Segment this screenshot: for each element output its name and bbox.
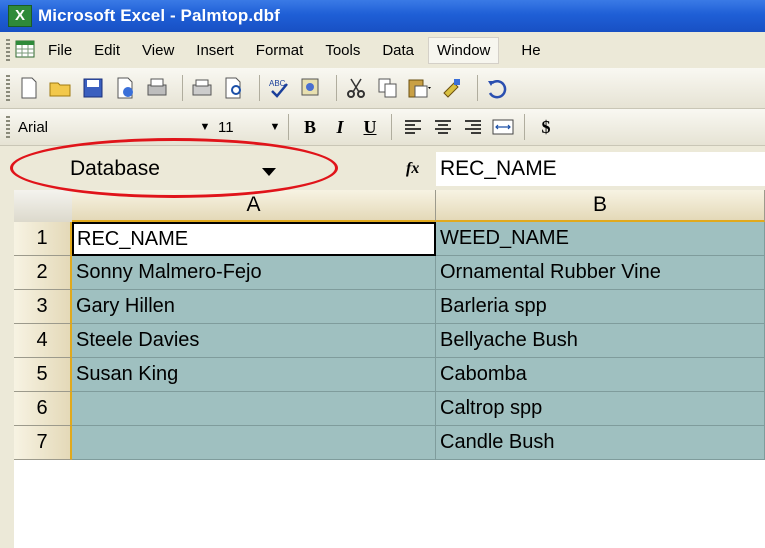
table-row: 6 Caltrop spp: [0, 392, 765, 426]
menu-view[interactable]: View: [142, 42, 174, 59]
cell-a6[interactable]: [72, 392, 436, 426]
row-header[interactable]: 3: [14, 290, 72, 324]
table-row: 4 Steele Davies Bellyache Bush: [0, 324, 765, 358]
row-header[interactable]: 1: [14, 222, 72, 256]
toolbar-separator: [391, 114, 392, 140]
new-icon[interactable]: [16, 75, 42, 101]
cell-b1[interactable]: WEED_NAME: [436, 222, 765, 256]
table-row: 7 Candle Bush: [0, 426, 765, 460]
cell-b5[interactable]: Cabomba: [436, 358, 765, 392]
cell-b3[interactable]: Barleria spp: [436, 290, 765, 324]
workbook-icon[interactable]: [14, 39, 38, 61]
menu-window[interactable]: Window: [428, 36, 500, 64]
format-painter-icon[interactable]: [439, 75, 465, 101]
underline-button[interactable]: U: [355, 114, 385, 140]
paste-icon[interactable]: [407, 75, 433, 101]
menu-bar: File Edit View Insert Format Tools Data …: [0, 32, 765, 69]
save-icon[interactable]: [80, 75, 106, 101]
excel-icon[interactable]: X: [8, 5, 32, 27]
toolbar-separator: [182, 75, 183, 101]
menu-file[interactable]: File: [48, 42, 72, 59]
menu-help[interactable]: He: [521, 42, 540, 59]
toolbar-grip-handle[interactable]: [6, 75, 10, 101]
select-all-corner[interactable]: [14, 190, 73, 223]
preview-icon[interactable]: [221, 75, 247, 101]
chevron-down-icon[interactable]: ▼: [268, 116, 282, 138]
menu-edit[interactable]: Edit: [94, 42, 120, 59]
permission-icon[interactable]: [112, 75, 138, 101]
cell-a3[interactable]: Gary Hillen: [72, 290, 436, 324]
italic-button[interactable]: I: [325, 114, 355, 140]
cell-a4[interactable]: Steele Davies: [72, 324, 436, 358]
toolbar-separator: [288, 114, 289, 140]
spelling-icon[interactable]: ABC: [266, 75, 292, 101]
formatting-grip-handle[interactable]: [6, 116, 10, 138]
toolbar-separator: [259, 75, 260, 101]
undo-icon[interactable]: [484, 75, 510, 101]
table-row: 3 Gary Hillen Barleria spp: [0, 290, 765, 324]
chevron-down-icon[interactable]: [262, 168, 276, 176]
table-row: 2 Sonny Malmero-Fejo Ornamental Rubber V…: [0, 256, 765, 290]
cell-b6[interactable]: Caltrop spp: [436, 392, 765, 426]
column-header-row: A B: [0, 190, 765, 223]
column-header-a[interactable]: A: [72, 190, 436, 222]
row-header[interactable]: 6: [14, 392, 72, 426]
print-preview-icon[interactable]: [144, 75, 170, 101]
cell-a2[interactable]: Sonny Malmero-Fejo: [72, 256, 436, 290]
cell-a1[interactable]: REC_NAME: [72, 222, 436, 256]
font-size-select[interactable]: 11: [212, 116, 268, 138]
cut-icon[interactable]: [343, 75, 369, 101]
formula-input[interactable]: REC_NAME: [436, 152, 765, 186]
align-left-icon[interactable]: [398, 114, 428, 140]
open-icon[interactable]: [48, 75, 74, 101]
cell-a5[interactable]: Susan King: [72, 358, 436, 392]
cell-b2[interactable]: Ornamental Rubber Vine: [436, 256, 765, 290]
formula-bar: Database fx REC_NAME: [0, 146, 765, 191]
cell-b4[interactable]: Bellyache Bush: [436, 324, 765, 358]
standard-toolbar: ABC: [0, 68, 765, 109]
align-right-icon[interactable]: [458, 114, 488, 140]
copy-icon[interactable]: [375, 75, 401, 101]
row-header[interactable]: 7: [14, 426, 72, 460]
row-header[interactable]: 2: [14, 256, 72, 290]
menu-tools[interactable]: Tools: [325, 42, 360, 59]
table-row: 1 REC_NAME WEED_NAME: [0, 222, 765, 256]
worksheet-grid: A B 1 REC_NAME WEED_NAME 2 Sonny Malmero…: [0, 190, 765, 548]
merge-center-icon[interactable]: [488, 114, 518, 140]
font-name-select[interactable]: Arial: [14, 116, 198, 138]
cell-b7[interactable]: Candle Bush: [436, 426, 765, 460]
table-row: 5 Susan King Cabomba: [0, 358, 765, 392]
menu-data[interactable]: Data: [382, 42, 414, 59]
toolbar-separator: [336, 75, 337, 101]
menu-format[interactable]: Format: [256, 42, 304, 59]
window-title: Microsoft Excel - Palmtop.dbf: [38, 6, 280, 25]
research-icon[interactable]: [298, 75, 324, 101]
column-header-b[interactable]: B: [436, 190, 765, 222]
name-box[interactable]: Database: [70, 156, 290, 182]
menu-grip-handle[interactable]: [6, 39, 10, 61]
cell-a7[interactable]: [72, 426, 436, 460]
print-icon[interactable]: [189, 75, 215, 101]
toolbar-separator: [524, 114, 525, 140]
align-center-icon[interactable]: [428, 114, 458, 140]
title-bar: X Microsoft Excel - Palmtop.dbf: [0, 0, 765, 32]
menu-insert[interactable]: Insert: [196, 42, 234, 59]
chevron-down-icon[interactable]: ▼: [198, 116, 212, 138]
formatting-toolbar: Arial ▼ 11 ▼ B I U $: [0, 109, 765, 146]
toolbar-separator: [477, 75, 478, 101]
insert-function-icon[interactable]: fx: [406, 160, 419, 178]
row-header[interactable]: 4: [14, 324, 72, 358]
bold-button[interactable]: B: [295, 114, 325, 140]
row-header[interactable]: 5: [14, 358, 72, 392]
currency-button[interactable]: $: [531, 114, 561, 140]
